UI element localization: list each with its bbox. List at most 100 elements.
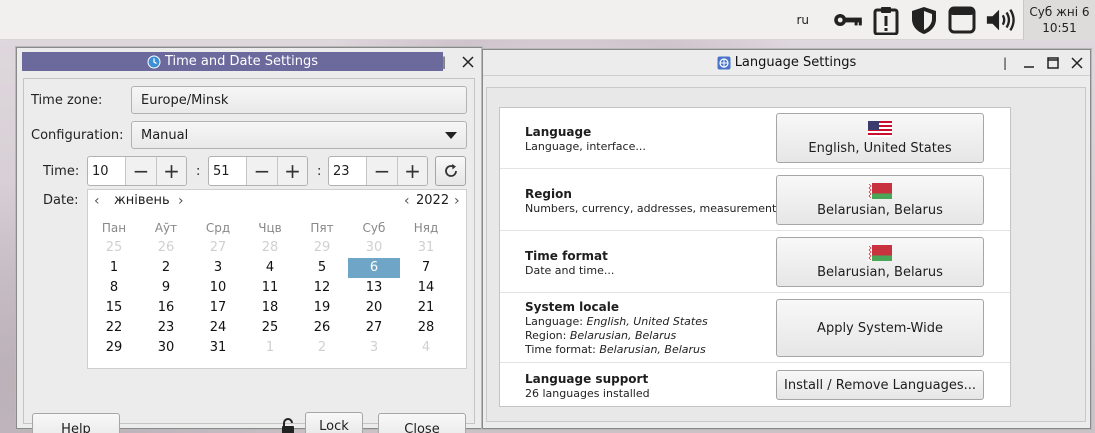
- language-settings-window: Language Settings | Language Language, i…: [482, 49, 1091, 429]
- hour-spinner[interactable]: 10 − +: [87, 156, 187, 186]
- calendar-day[interactable]: 27: [348, 318, 400, 338]
- calendar-day[interactable]: 21: [400, 298, 452, 318]
- belarus-flag-icon: [868, 182, 892, 199]
- calendar-day[interactable]: 22: [88, 318, 140, 338]
- calendar-day[interactable]: 8: [88, 278, 140, 298]
- time-format-button[interactable]: Belarusian, Belarus: [776, 237, 984, 287]
- calendar-day[interactable]: 31: [192, 338, 244, 358]
- calendar-day-outside[interactable]: 4: [400, 338, 452, 358]
- keyboard-layout-indicator[interactable]: ru: [796, 13, 809, 27]
- locale-region-value: Belarusian, Belarus: [569, 329, 677, 342]
- clock-date: Суб жні 6: [1029, 5, 1090, 19]
- minute-increment-button[interactable]: +: [277, 157, 307, 185]
- hour-value[interactable]: 10: [88, 157, 126, 185]
- window-handle-icon[interactable]: |: [435, 53, 453, 71]
- calendar-day-outside[interactable]: 26: [140, 238, 192, 258]
- language-row-subtitle: Language, interface...: [525, 140, 646, 153]
- calendar-day[interactable]: 20: [348, 298, 400, 318]
- minute-spinner[interactable]: 51 − +: [208, 156, 308, 186]
- calendar-day[interactable]: 24: [192, 318, 244, 338]
- close-window-icon[interactable]: [1068, 54, 1086, 72]
- calendar-day[interactable]: 9: [140, 278, 192, 298]
- second-decrement-button[interactable]: −: [367, 157, 397, 185]
- hour-decrement-button[interactable]: −: [126, 157, 156, 185]
- language-support-row: Language support 26 languages installed …: [500, 363, 1010, 407]
- second-spinner[interactable]: 23 − +: [328, 156, 428, 186]
- calendar-day[interactable]: 1: [88, 258, 140, 278]
- window-handle-icon[interactable]: |: [996, 54, 1014, 72]
- next-month-icon[interactable]: ›: [178, 193, 184, 209]
- calendar-day-outside[interactable]: 3: [348, 338, 400, 358]
- calendar-day[interactable]: 26: [296, 318, 348, 338]
- calendar-day[interactable]: 25: [244, 318, 296, 338]
- calendar-day-selected[interactable]: 6: [348, 258, 400, 278]
- calendar-day[interactable]: 3: [192, 258, 244, 278]
- locale-time-prefix: Time format:: [525, 343, 600, 356]
- clipboard-alert-icon[interactable]: [871, 5, 901, 35]
- titlebar[interactable]: Time and Date Settings |: [22, 52, 474, 71]
- region-row-subtitle: Numbers, currency, addresses, measuremen…: [525, 202, 787, 215]
- top-panel: ru Суб жні 6 10:51: [0, 0, 1095, 40]
- minimize-window-icon[interactable]: [1020, 54, 1038, 72]
- close-button[interactable]: Close: [378, 413, 466, 433]
- calendar-day-outside[interactable]: 30: [348, 238, 400, 258]
- calendar-day[interactable]: 10: [192, 278, 244, 298]
- lock-button[interactable]: Lock: [305, 412, 363, 433]
- key-icon[interactable]: [833, 5, 863, 35]
- calendar-day[interactable]: 4: [244, 258, 296, 278]
- calendar-day[interactable]: 28: [400, 318, 452, 338]
- previous-month-icon[interactable]: ‹: [94, 193, 100, 209]
- next-year-icon[interactable]: ›: [454, 193, 460, 209]
- timezone-field[interactable]: Europe/Minsk: [131, 86, 467, 114]
- region-row-title: Region: [525, 187, 572, 201]
- shield-icon[interactable]: [909, 5, 939, 35]
- calendar-day-outside[interactable]: 28: [244, 238, 296, 258]
- previous-year-icon[interactable]: ‹: [404, 193, 410, 209]
- calendar-day[interactable]: 29: [88, 338, 140, 358]
- volume-icon[interactable]: [985, 5, 1015, 35]
- maximize-window-icon[interactable]: [1044, 54, 1062, 72]
- calendar-day[interactable]: 30: [140, 338, 192, 358]
- minute-value[interactable]: 51: [209, 157, 247, 185]
- calendar-day[interactable]: 5: [296, 258, 348, 278]
- minute-decrement-button[interactable]: −: [247, 157, 277, 185]
- calendar-day[interactable]: 18: [244, 298, 296, 318]
- titlebar[interactable]: Language Settings |: [483, 50, 1090, 76]
- calendar-weekday: Няд: [413, 221, 439, 235]
- calendar-day[interactable]: 11: [244, 278, 296, 298]
- calendar-weekday: Срд: [205, 221, 231, 235]
- clock-time: 10:51: [1042, 21, 1077, 35]
- region-button[interactable]: Belarusian, Belarus: [776, 175, 984, 225]
- calendar-day[interactable]: 2: [140, 258, 192, 278]
- calendar-day-outside[interactable]: 1: [244, 338, 296, 358]
- refresh-time-button[interactable]: [435, 156, 466, 186]
- configuration-dropdown[interactable]: Manual: [131, 121, 467, 149]
- help-button[interactable]: Help: [32, 413, 120, 433]
- system-locale-details: Language: English, United States Region:…: [525, 315, 708, 357]
- calendar-day[interactable]: 15: [88, 298, 140, 318]
- calendar-day[interactable]: 13: [348, 278, 400, 298]
- language-button[interactable]: English, United States: [776, 113, 984, 163]
- calendar-day[interactable]: 7: [400, 258, 452, 278]
- calendar-week-row: 29 30 31 1 2 3 4: [88, 338, 452, 358]
- calendar-day[interactable]: 19: [296, 298, 348, 318]
- calendar-day-outside[interactable]: 27: [192, 238, 244, 258]
- panel-clock[interactable]: Суб жні 6 10:51: [1023, 0, 1095, 40]
- calendar-day[interactable]: 12: [296, 278, 348, 298]
- calendar-day[interactable]: 17: [192, 298, 244, 318]
- second-value[interactable]: 23: [329, 157, 367, 185]
- calendar-day-outside[interactable]: 25: [88, 238, 140, 258]
- calendar-day-outside[interactable]: 29: [296, 238, 348, 258]
- region-row: Region Numbers, currency, addresses, mea…: [500, 169, 1010, 231]
- calendar-day[interactable]: 16: [140, 298, 192, 318]
- calendar-day-outside[interactable]: 31: [400, 238, 452, 258]
- close-window-icon[interactable]: [459, 53, 477, 71]
- apply-system-wide-button[interactable]: Apply System-Wide: [776, 299, 984, 357]
- calendar-day-outside[interactable]: 2: [296, 338, 348, 358]
- hour-increment-button[interactable]: +: [156, 157, 186, 185]
- calendar-day[interactable]: 14: [400, 278, 452, 298]
- calendar-day[interactable]: 23: [140, 318, 192, 338]
- install-remove-languages-button[interactable]: Install / Remove Languages...: [776, 370, 984, 400]
- second-increment-button[interactable]: +: [397, 157, 427, 185]
- window-icon[interactable]: [947, 5, 977, 35]
